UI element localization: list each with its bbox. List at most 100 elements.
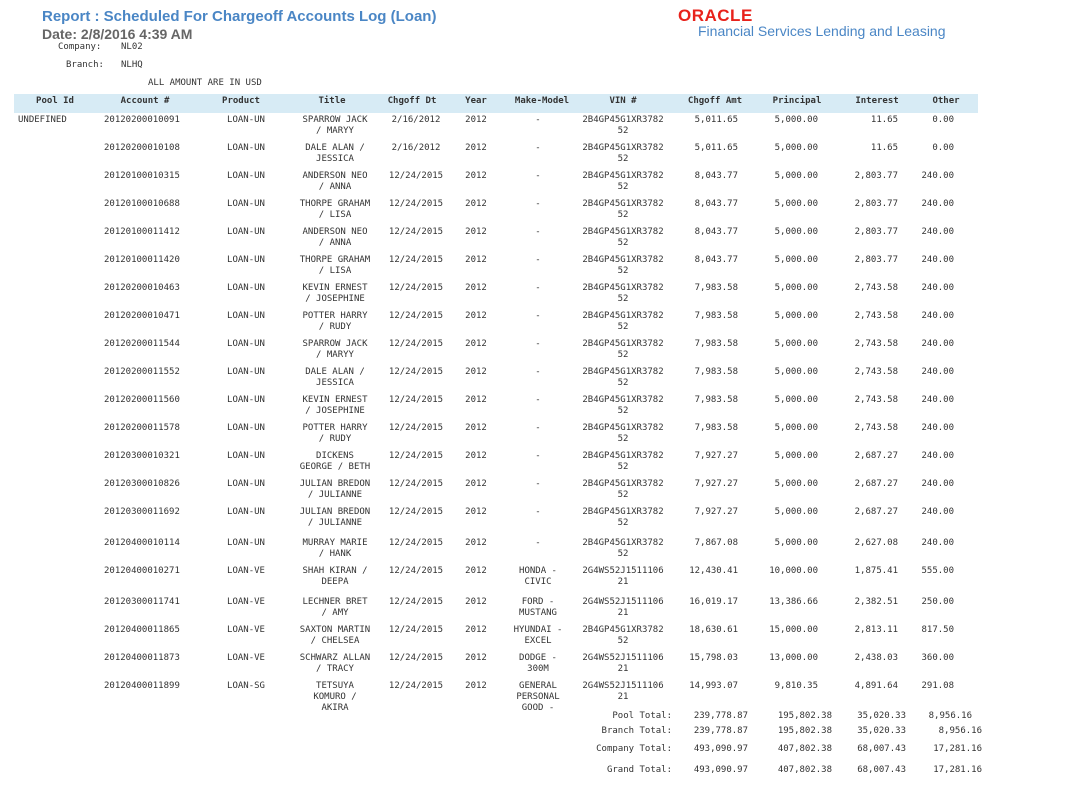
cell-make-model: - xyxy=(504,479,572,490)
column-header-title: Title xyxy=(318,96,346,106)
cell-principal: 5,000.00 xyxy=(774,171,818,181)
cell-other: 240.00 xyxy=(921,339,954,349)
cell-make-model: - xyxy=(504,339,572,350)
cell-other: 240.00 xyxy=(921,538,954,548)
cell-line: AKIRA xyxy=(321,703,349,713)
cell-chgoff-dt: 12/24/2015 xyxy=(388,625,444,635)
cell-vin: 2B4GP45G1XR3782 52 xyxy=(576,255,670,277)
cell-other: 360.00 xyxy=(921,653,954,663)
cell-vin: 2G4WS52J1511106 21 xyxy=(576,653,670,675)
cell-title: POTTER HARRY / RUDY xyxy=(292,311,378,333)
cell-vin: 2B4GP45G1XR3782 52 xyxy=(576,423,670,445)
cell-line: 52 xyxy=(617,294,629,304)
cell-line: / RUDY xyxy=(318,322,352,332)
cell-product: LOAN-UN xyxy=(227,171,265,181)
cell-amt: 7,983.58 xyxy=(694,311,738,321)
cell-title: KEVIN ERNEST / JOSEPHINE xyxy=(292,283,378,305)
cell-product: LOAN-SG xyxy=(227,681,265,691)
cell-line: 52 xyxy=(617,490,629,500)
cell-amt: 8,043.77 xyxy=(694,255,738,265)
cell-line: SPARROW JACK xyxy=(302,339,368,349)
cell-interest: 2,803.77 xyxy=(854,227,898,237)
cell-year: 2012 xyxy=(465,681,487,691)
total-other: 8,956.16 xyxy=(928,711,972,721)
total-principal: 195,802.38 xyxy=(777,726,832,736)
cell-line: 52 xyxy=(617,182,629,192)
cell-line: THORPE GRAHAM xyxy=(299,199,371,209)
cell-year: 2012 xyxy=(465,339,487,349)
cell-product: LOAN-UN xyxy=(227,115,265,125)
oracle-logo: ORACLE Financial Services Lending and Le… xyxy=(678,6,946,39)
cell-account: 20120200010463 xyxy=(104,283,180,293)
cell-line: KEVIN ERNEST xyxy=(302,395,368,405)
cell-line: TETSUYA xyxy=(316,681,354,691)
cell-line: 2B4GP45G1XR3782 xyxy=(582,423,664,433)
cell-make-model: - xyxy=(504,199,572,210)
cell-other: 240.00 xyxy=(921,479,954,489)
cell-vin: 2B4GP45G1XR3782 52 xyxy=(576,395,670,417)
cell-chgoff-dt: 12/24/2015 xyxy=(388,451,444,461)
cell-line: 2B4GP45G1XR3782 xyxy=(582,479,664,489)
cell-line: - xyxy=(535,451,541,461)
cell-title: THORPE GRAHAM / LISA xyxy=(292,255,378,277)
branch-value: NLHQ xyxy=(121,60,143,70)
cell-interest: 2,743.58 xyxy=(854,283,898,293)
cell-product: LOAN-UN xyxy=(227,423,265,433)
cell-line: SCHWARZ ALLAN xyxy=(299,653,371,663)
cell-other: 240.00 xyxy=(921,367,954,377)
cell-principal: 10,000.00 xyxy=(769,566,818,576)
cell-line: - xyxy=(535,507,541,517)
cell-interest: 4,891.64 xyxy=(854,681,898,691)
report-date: Date: 2/8/2016 4:39 AM xyxy=(42,26,193,42)
cell-other: 0.00 xyxy=(932,143,954,153)
cell-line: POTTER HARRY xyxy=(302,423,368,433)
cell-line: GEORGE / BETH xyxy=(299,462,371,472)
cell-product: LOAN-UN xyxy=(227,507,265,517)
cell-principal: 5,000.00 xyxy=(774,423,818,433)
cell-make-model: - xyxy=(504,423,572,434)
total-other: 8,956.16 xyxy=(938,726,982,736)
column-header-vin: VIN # xyxy=(609,96,637,106)
cell-title: LECHNER BRET / AMY xyxy=(292,597,378,619)
cell-product: LOAN-UN xyxy=(227,283,265,293)
cell-line: - xyxy=(535,395,541,405)
cell-interest: 2,627.08 xyxy=(854,538,898,548)
cell-amt: 7,927.27 xyxy=(694,507,738,517)
cell-make-model: - xyxy=(504,367,572,378)
total-interest: 68,007.43 xyxy=(857,765,906,775)
column-header-product: Product xyxy=(222,96,260,106)
cell-interest: 2,813.11 xyxy=(854,625,898,635)
cell-line: JULIAN BREDON xyxy=(299,479,371,489)
cell-line: 2B4GP45G1XR3782 xyxy=(582,367,664,377)
cell-amt: 18,630.61 xyxy=(689,625,738,635)
cell-chgoff-dt: 2/16/2012 xyxy=(391,115,441,125)
cell-chgoff-dt: 12/24/2015 xyxy=(388,597,444,607)
cell-title: SAXTON MARTIN / CHELSEA xyxy=(292,625,378,647)
cell-principal: 15,000.00 xyxy=(769,625,818,635)
cell-line: / RUDY xyxy=(318,434,352,444)
cell-vin: 2G4WS52J1511106 21 xyxy=(576,681,670,703)
cell-year: 2012 xyxy=(465,395,487,405)
column-header-make-model: Make-Model xyxy=(514,96,570,106)
cell-other: 291.08 xyxy=(921,681,954,691)
cell-line: JESSICA xyxy=(316,154,354,164)
company-value: NL02 xyxy=(121,42,143,52)
cell-account: 20120200010091 xyxy=(104,115,180,125)
cell-year: 2012 xyxy=(465,227,487,237)
cell-vin: 2B4GP45G1XR3782 52 xyxy=(576,311,670,333)
cell-line: CIVIC xyxy=(524,577,552,587)
cell-make-model: DODGE -300M xyxy=(504,653,572,675)
cell-interest: 2,687.27 xyxy=(854,507,898,517)
cell-account: 20120100010688 xyxy=(104,199,180,209)
cell-line: / HANK xyxy=(318,549,352,559)
cell-line: MUSTANG xyxy=(519,608,557,618)
cell-chgoff-dt: 12/24/2015 xyxy=(388,479,444,489)
cell-line: SHAH KIRAN / xyxy=(302,566,368,576)
cell-other: 240.00 xyxy=(921,227,954,237)
cell-principal: 5,000.00 xyxy=(774,255,818,265)
cell-line: / JULIANNE xyxy=(307,518,363,528)
cell-make-model: - xyxy=(504,227,572,238)
cell-title: SCHWARZ ALLAN / TRACY xyxy=(292,653,378,675)
cell-line: 52 xyxy=(617,126,629,136)
company-label: Company: xyxy=(58,42,102,52)
